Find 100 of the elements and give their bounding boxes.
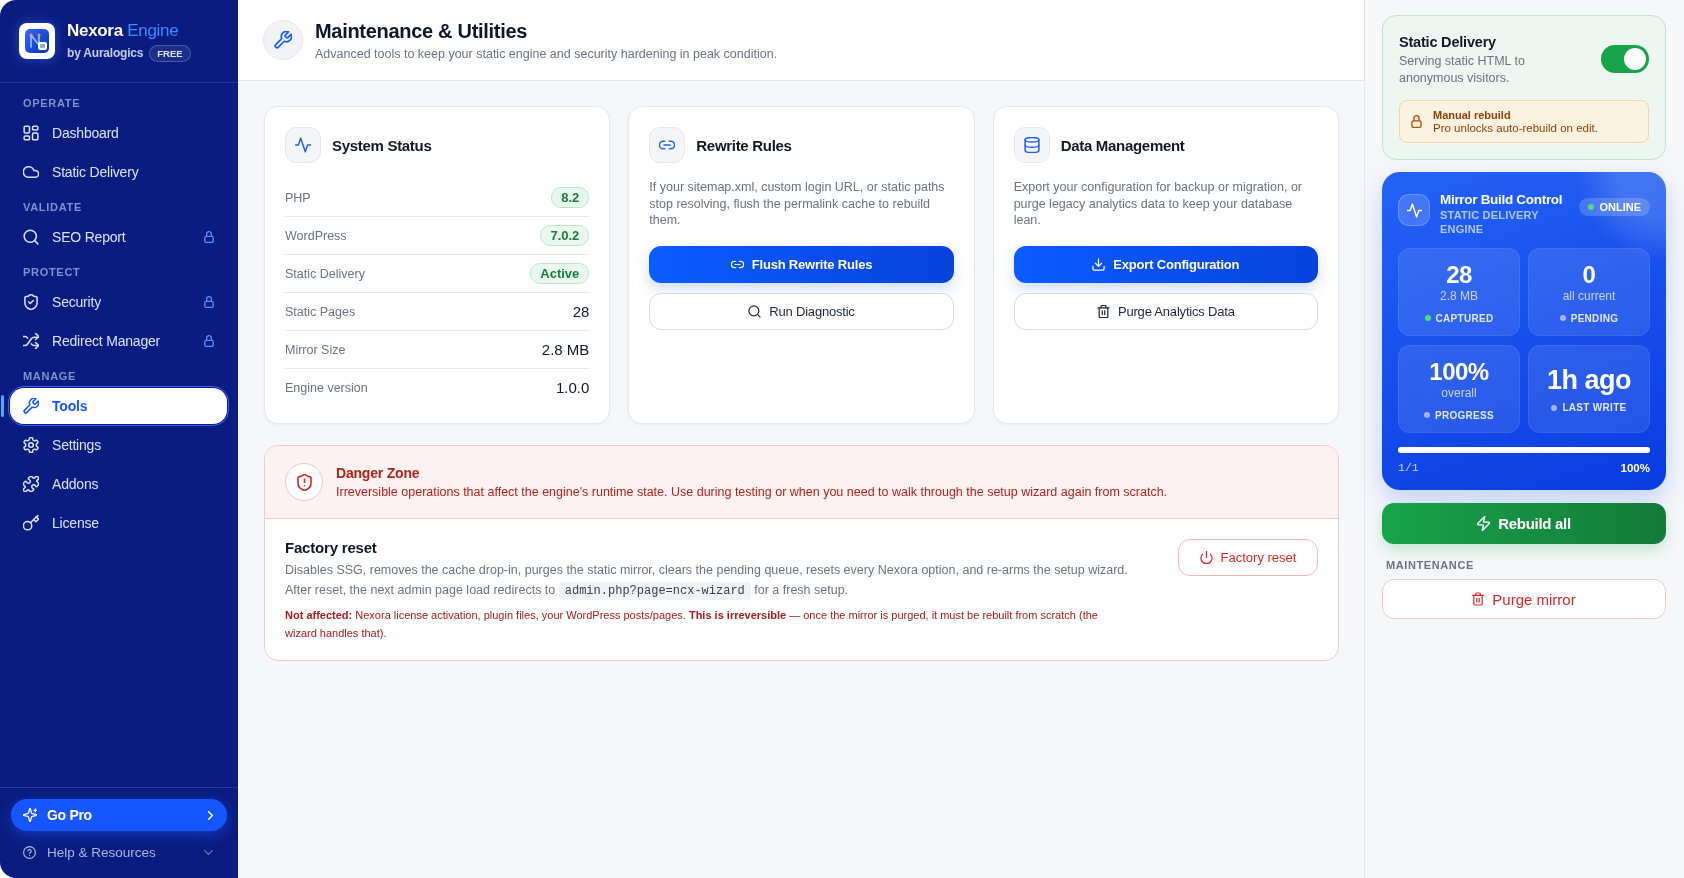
warning-note: Not affected: Nexora license activation, plugin files, your WordPress posts/pages. This is irreversible — once the mirror is purged, it must be rebuilt from scratch (the wizard handles that). — [285, 608, 1099, 641]
stat-label: PENDING — [1570, 312, 1619, 324]
progress-percent: 100% — [1620, 461, 1650, 474]
lock-icon — [1411, 115, 1422, 128]
status-value: 1.0.0 — [555, 379, 590, 396]
status-label: Static Pages — [285, 304, 356, 319]
stat-detail: 2.8 MB — [1440, 288, 1478, 303]
nav-item[interactable]: Addons — [10, 466, 227, 502]
brand-byline: by Auralogics — [67, 46, 144, 60]
stat-value: 0 — [1582, 260, 1596, 288]
nav-item[interactable]: Static Delivery — [10, 154, 227, 190]
notice-text: Pro unlocks auto-rebuild on edit. — [1433, 122, 1598, 134]
activity-icon — [1398, 194, 1430, 226]
trash-icon — [1097, 304, 1110, 318]
redirect-note: After reset, the next admin page load redirects to admin.php?page=ncx-wizard for a fresh setup. — [285, 581, 850, 601]
status-value: 28 — [572, 303, 590, 320]
settings-icon — [23, 437, 39, 453]
primary-button[interactable]: Export Configuration — [1013, 245, 1318, 283]
purge-mirror-button[interactable]: Purge mirror — [1382, 579, 1666, 619]
active-indicator — [1, 395, 4, 417]
grid-icon — [23, 125, 39, 141]
stat-detail: all current — [1562, 288, 1616, 303]
shield-check-icon — [23, 294, 39, 310]
secondary-button[interactable]: Run Diagnostic — [649, 292, 954, 330]
card-title: System Status — [332, 136, 432, 154]
action-title: Factory reset — [285, 539, 378, 556]
trash-icon — [1472, 592, 1485, 606]
page-subtitle: Advanced tools to keep your static engine and security hardening in peak condition. — [315, 46, 778, 61]
status-label: Engine version — [285, 380, 368, 395]
stat-value: 100% — [1429, 357, 1489, 385]
rebuild-all-button[interactable]: Rebuild all — [1382, 503, 1666, 544]
lightning-icon — [1477, 516, 1491, 531]
status-badge: 7.0.2 — [540, 225, 590, 246]
puzzle-icon — [23, 476, 39, 492]
status-label: Static Delivery — [285, 266, 365, 281]
nav-section-label: MANAGE — [23, 370, 78, 382]
nav-item[interactable]: Security — [10, 284, 227, 320]
chevron-right-icon — [208, 810, 213, 820]
link-icon — [649, 127, 686, 163]
progress-count: 1/1 — [1398, 461, 1419, 474]
nav-item[interactable]: Dashboard — [10, 115, 227, 151]
page-title: Maintenance & Utilities — [315, 19, 529, 43]
search-icon — [748, 304, 762, 318]
key-icon — [23, 515, 39, 531]
nav-item[interactable]: Redirect Manager — [10, 323, 227, 359]
status-label: PHP — [285, 190, 311, 205]
status-badge: Active — [530, 263, 590, 284]
secondary-button[interactable]: Purge Analytics Data — [1013, 292, 1318, 330]
stat-value: 28 — [1446, 260, 1472, 288]
cloud-icon — [23, 164, 39, 180]
panel-title: Mirror Build Control — [1440, 192, 1564, 207]
card-description: If your sitemap.xml, custom login URL, or static paths stop resolving, flush the permalink cache to rebuild them. — [649, 179, 946, 229]
status-badge: 8.2 — [551, 187, 590, 208]
help-link[interactable]: Help & Resources — [11, 834, 227, 870]
go-pro-button[interactable]: Go Pro — [11, 799, 227, 831]
help-icon — [23, 845, 36, 859]
stat-label: LAST WRITE — [1562, 402, 1627, 413]
nav-item[interactable]: Settings — [10, 427, 227, 463]
brand-name: Nexora Engine — [67, 20, 180, 41]
status-value: 2.8 MB — [541, 341, 590, 358]
card-description: Export your configuration for backup or migration, or purge legacy analytics data to keep your database lean. — [1013, 179, 1303, 229]
stat-detail: overall — [1441, 385, 1477, 400]
nav-section-label: OPERATE — [23, 97, 82, 109]
power-icon — [1199, 551, 1213, 564]
nav-section-label: VALIDATE — [23, 201, 83, 213]
section-label: MAINTENANCE — [1385, 559, 1475, 571]
status-dot-icon — [1588, 204, 1595, 210]
shuffle-icon — [23, 333, 39, 349]
nav-item[interactable]: Tools — [10, 388, 227, 424]
danger-description: Irreversible operations that affect the engine's runtime state. Use during testing or when you need to walk through the setup wizard again from scratch. — [336, 485, 1168, 499]
panel-subtitle: STATIC DELIVERY ENGINE — [1440, 208, 1540, 236]
static-delivery-description: Serving static HTML to anonymous visitors. — [1399, 53, 1526, 86]
primary-button[interactable]: Flush Rewrite Rules — [649, 245, 954, 283]
danger-title: Danger Zone — [336, 465, 421, 481]
stat-label: CAPTURED — [1435, 312, 1494, 324]
wrench-icon — [263, 20, 303, 60]
notice-title: Manual rebuild — [1433, 109, 1512, 121]
factory-reset-button[interactable]: Factory reset — [1178, 539, 1318, 576]
toggle-switch[interactable] — [1601, 45, 1649, 73]
logo-icon — [19, 23, 55, 59]
plan-badge: FREE — [149, 44, 191, 62]
sparkles-icon — [23, 808, 37, 822]
search-icon — [23, 229, 39, 245]
nav-item[interactable]: License — [10, 505, 227, 541]
card-title: Data Management — [1060, 136, 1185, 154]
status-text: ONLINE — [1599, 201, 1641, 213]
nav-section-label: PROTECT — [23, 266, 82, 278]
nav-item[interactable]: SEO Report — [10, 219, 227, 255]
stat-value: 1h ago — [1547, 365, 1631, 395]
shield-alert-icon — [285, 463, 323, 501]
status-label: WordPress — [285, 228, 347, 243]
wrench-icon — [23, 398, 39, 414]
action-description: Disables SSG, removes the cache drop-in, purges the static mirror, clears the pending queue, resets every Nexora option, and re-arms the setup wizard. — [285, 562, 1128, 579]
download-icon — [1092, 257, 1106, 271]
status-label: Mirror Size — [285, 342, 346, 357]
database-icon — [1013, 127, 1050, 163]
stat-label: PROGRESS — [1434, 409, 1495, 421]
activity-icon — [285, 127, 321, 163]
card-title: Rewrite Rules — [696, 136, 792, 154]
static-delivery-title: Static Delivery — [1399, 34, 1497, 50]
